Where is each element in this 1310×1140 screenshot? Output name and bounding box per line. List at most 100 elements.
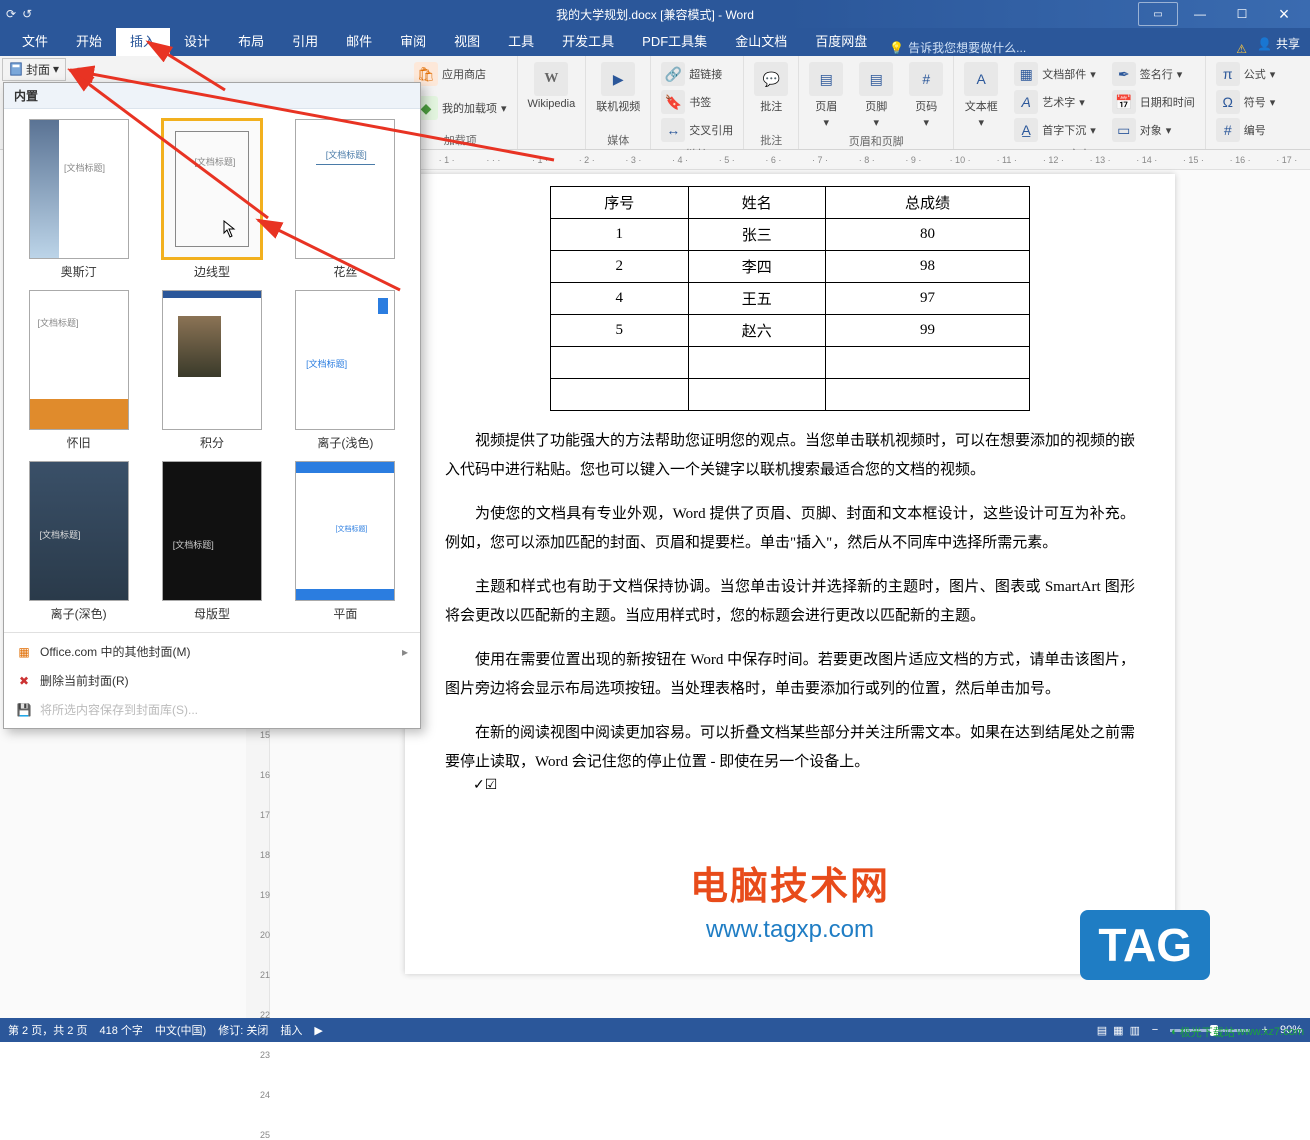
signature-icon: ✒ — [1112, 62, 1136, 86]
more-office-covers[interactable]: ▦Office.com 中的其他封面(M)▸ — [4, 637, 420, 666]
ribbon-display-options-icon[interactable]: ▭ — [1138, 2, 1178, 26]
autosave-icon[interactable]: ⟳ — [6, 7, 16, 21]
object-icon: ▭ — [1112, 118, 1136, 142]
tab-wps[interactable]: 金山文档 — [721, 25, 801, 56]
remove-cover[interactable]: ✖删除当前封面(R) — [4, 666, 420, 695]
symbol-icon: Ω — [1216, 90, 1240, 114]
tab-file[interactable]: 文件 — [8, 25, 62, 56]
crossref-button[interactable]: ↔交叉引用 — [657, 116, 737, 144]
symbol-button[interactable]: Ω符号 ▾ — [1212, 88, 1280, 116]
cover-thumb-filigree[interactable]: [文档标题] 花丝 — [289, 119, 402, 280]
comment-button[interactable]: 💬批注 — [750, 60, 792, 116]
save-icon: 💾 — [16, 702, 32, 718]
zoom-out-button[interactable]: − — [1146, 1024, 1164, 1036]
view-print-icon[interactable]: ▦ — [1113, 1024, 1123, 1037]
tab-tools[interactable]: 工具 — [494, 25, 548, 56]
pagenum-button[interactable]: #页码▾ — [905, 60, 947, 131]
macro-record-icon[interactable]: ▶ — [314, 1024, 322, 1037]
coverpage-icon — [9, 62, 23, 76]
video-icon: ▶ — [601, 62, 635, 96]
cover-thumb-austin[interactable]: [文档标题] 奥斯汀 — [22, 119, 135, 280]
object-button[interactable]: ▭对象 ▾ — [1108, 116, 1199, 144]
maximize-button[interactable]: ☐ — [1222, 2, 1262, 26]
wordart-button[interactable]: A艺术字 ▾ — [1010, 88, 1100, 116]
footer-button[interactable]: ▤页脚▾ — [855, 60, 897, 131]
tab-references[interactable]: 引用 — [278, 25, 332, 56]
page-count[interactable]: 第 2 页，共 2 页 — [8, 1022, 87, 1038]
ribbon-group-addins: 🛍应用商店 ◆我的加载项 ▾ 加载项 — [404, 56, 518, 149]
horizontal-ruler[interactable]: · 3 ·· 2 ·· 1 ·· · ·· 1 ·· 2 ·· 3 ·· 4 ·… — [270, 150, 1310, 170]
cover-thumb-ion-light[interactable]: [文档标题] 离子(浅色) — [289, 290, 402, 451]
cover-thumb-ion-dark[interactable]: [文档标题] 离子(深色) — [22, 461, 135, 622]
tab-layout[interactable]: 布局 — [224, 25, 278, 56]
online-video-button[interactable]: ▶联机视频 — [592, 60, 644, 116]
app-store-button[interactable]: 🛍应用商店 — [410, 60, 511, 88]
number-button[interactable]: #编号 — [1212, 116, 1280, 144]
tab-mailings[interactable]: 邮件 — [332, 25, 386, 56]
watermark-overlay: 电脑技术网 www.tagxp.com — [690, 855, 890, 944]
link-icon: 🔗 — [661, 62, 685, 86]
hyperlink-button[interactable]: 🔗超链接 — [657, 60, 737, 88]
bookmark-icon: 🔖 — [661, 90, 685, 114]
cover-thumb-motion[interactable]: [文档标题] 母版型 — [155, 461, 268, 622]
window-title: 我的大学规划.docx [兼容模式] - Word — [556, 6, 754, 23]
status-bar: 第 2 页，共 2 页 418 个字 中文(中国) 修订: 关闭 插入 ▶ ▤ … — [0, 1018, 1310, 1042]
wikipedia-button[interactable]: WWikipedia — [524, 60, 580, 112]
cover-page-gallery: 内置 [文档标题] 奥斯汀 [文档标题] 边线型 [文档标题] 花丝 [文档标题… — [3, 82, 421, 729]
cover-thumb-integral[interactable]: 积分 — [155, 290, 268, 451]
tab-baidu[interactable]: 百度网盘 — [801, 25, 881, 56]
site-watermark: ◐ 极光下载站 www.xz7.com — [1171, 1024, 1304, 1040]
word-count[interactable]: 418 个字 — [99, 1022, 142, 1038]
quickparts-icon: ▦ — [1014, 62, 1038, 86]
calendar-icon: 📅 — [1112, 90, 1136, 114]
view-web-icon[interactable]: ▥ — [1130, 1024, 1140, 1037]
warning-icon[interactable]: ⚠ — [1236, 42, 1247, 56]
office-icon: ▦ — [16, 644, 32, 660]
minimize-button[interactable]: — — [1180, 2, 1220, 26]
cover-thumb-sideline[interactable]: [文档标题] 边线型 — [155, 119, 268, 280]
share-button[interactable]: 👤 共享 — [1247, 31, 1310, 56]
title-bar: ⟳ ↺ 我的大学规划.docx [兼容模式] - Word ▭ — ☐ × — [0, 0, 1310, 28]
document-page[interactable]: 序号姓名总成绩1张三802李四984王五975赵六99 视频提供了功能强大的方法… — [405, 174, 1175, 974]
footer-icon: ▤ — [859, 62, 893, 96]
quickparts-button[interactable]: ▦文档部件 ▾ — [1010, 60, 1100, 88]
tag-badge: TAG — [1080, 910, 1210, 980]
tab-pdftools[interactable]: PDF工具集 — [628, 25, 721, 56]
cover-thumb-retrospect[interactable]: [文档标题] 怀旧 — [22, 290, 135, 451]
tab-home[interactable]: 开始 — [62, 25, 116, 56]
share-icon: 👤 — [1257, 37, 1272, 51]
view-readmode-icon[interactable]: ▤ — [1097, 1024, 1107, 1037]
number-icon: # — [1216, 118, 1240, 142]
tab-developer[interactable]: 开发工具 — [548, 25, 628, 56]
comment-icon: 💬 — [754, 62, 788, 96]
wordart-icon: A — [1014, 90, 1038, 114]
header-icon: ▤ — [809, 62, 843, 96]
header-button[interactable]: ▤页眉▾ — [805, 60, 847, 131]
cover-page-button[interactable]: 封面 ▾ — [2, 58, 66, 81]
tab-design[interactable]: 设计 — [170, 25, 224, 56]
datetime-button[interactable]: 📅日期和时间 — [1108, 88, 1199, 116]
blank-page-button[interactable]: ▫ — [68, 58, 90, 80]
tab-view[interactable]: 视图 — [440, 25, 494, 56]
close-button[interactable]: × — [1264, 2, 1304, 26]
data-table[interactable]: 序号姓名总成绩1张三802李四984王五975赵六99 — [550, 186, 1030, 411]
equation-icon: π — [1216, 62, 1240, 86]
bookmark-button[interactable]: 🔖书签 — [657, 88, 737, 116]
language[interactable]: 中文(中国) — [155, 1022, 206, 1038]
equation-button[interactable]: π公式 ▾ — [1212, 60, 1280, 88]
dropcap-button[interactable]: A̲首字下沉 ▾ — [1010, 116, 1100, 144]
textbox-icon: A — [964, 62, 998, 96]
vertical-ruler-numbers: 141516171819202122232425 — [256, 690, 274, 1140]
ribbon-tabs: 文件 开始 插入 设计 布局 引用 邮件 审阅 视图 工具 开发工具 PDF工具… — [0, 28, 1310, 56]
tell-me-search[interactable]: 💡 告诉我您想要做什么... — [889, 39, 1236, 56]
undo-icon[interactable]: ↺ — [22, 7, 32, 21]
cover-thumb-facet[interactable]: [文档标题] 平面 — [289, 461, 402, 622]
sigline-button[interactable]: ✒签名行 ▾ — [1108, 60, 1199, 88]
tab-review[interactable]: 审阅 — [386, 25, 440, 56]
insert-mode[interactable]: 插入 — [280, 1022, 302, 1038]
my-addins-button[interactable]: ◆我的加载项 ▾ — [410, 94, 511, 122]
crossref-icon: ↔ — [661, 118, 685, 142]
tab-insert[interactable]: 插入 — [116, 25, 170, 56]
textbox-button[interactable]: A文本框▾ — [960, 60, 1002, 144]
wikipedia-icon: W — [534, 62, 568, 96]
